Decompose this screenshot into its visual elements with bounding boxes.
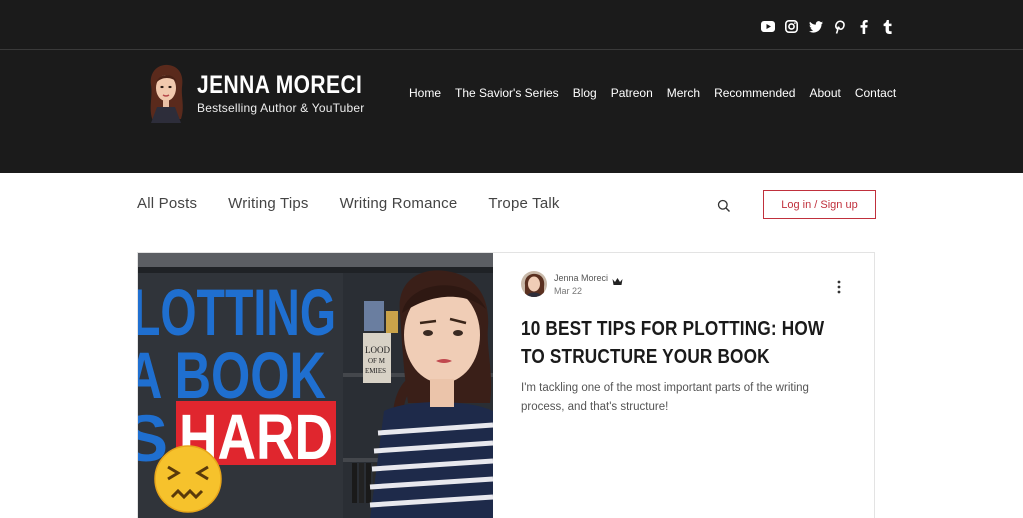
svg-text:EMIES: EMIES xyxy=(365,367,386,375)
post-thumbnail[interactable]: LOOD OF M EMIES LOTTING A BOOK S HARD xyxy=(138,253,493,518)
social-bar xyxy=(760,19,895,34)
search-icon[interactable] xyxy=(717,199,731,213)
category-trope-talk[interactable]: Trope Talk xyxy=(488,195,559,212)
author-meta: Jenna Moreci Mar 22 xyxy=(554,273,623,296)
author-illustration xyxy=(145,63,187,123)
pinterest-icon[interactable] xyxy=(832,19,847,34)
crown-icon xyxy=(612,273,623,285)
post-title[interactable]: 10 BEST TIPS FOR PLOTTING: HOW TO STRUCT… xyxy=(521,315,848,371)
nav-item-recommended[interactable]: Recommended xyxy=(714,86,795,100)
youtube-icon[interactable] xyxy=(760,19,775,34)
thumbnail-book-text: LOOD xyxy=(365,345,390,355)
post-card[interactable]: LOOD OF M EMIES LOTTING A BOOK S HARD Je… xyxy=(137,252,875,518)
nav-item-home[interactable]: Home xyxy=(409,86,441,100)
brand-text: JENNA MORECI Bestselling Author & YouTub… xyxy=(197,71,394,115)
confounded-emoji-icon xyxy=(154,445,222,513)
site-logo[interactable]: JENNA MORECI Bestselling Author & YouTub… xyxy=(145,63,394,123)
more-actions-icon[interactable] xyxy=(835,280,843,294)
login-signup-button[interactable]: Log in / Sign up xyxy=(763,190,876,219)
tumblr-icon[interactable] xyxy=(880,19,895,34)
header-divider xyxy=(0,49,1023,50)
facebook-icon[interactable] xyxy=(856,19,871,34)
brand-tagline: Bestselling Author & YouTuber xyxy=(197,101,365,115)
post-content: Jenna Moreci Mar 22 10 BEST TIPS FOR PLO… xyxy=(521,271,851,417)
nav-item-about[interactable]: About xyxy=(809,86,840,100)
instagram-icon[interactable] xyxy=(784,19,799,34)
twitter-icon[interactable] xyxy=(808,19,823,34)
main-nav: Home The Savior's Series Blog Patreon Me… xyxy=(409,86,910,100)
post-author-row: Jenna Moreci Mar 22 xyxy=(521,271,851,297)
nav-item-patreon[interactable]: Patreon xyxy=(611,86,653,100)
brand-name: JENNA MORECI xyxy=(197,71,363,99)
nav-item-merch[interactable]: Merch xyxy=(667,86,700,100)
svg-text:OF M: OF M xyxy=(368,357,386,365)
category-writing-romance[interactable]: Writing Romance xyxy=(340,195,458,212)
nav-item-contact[interactable]: Contact xyxy=(855,86,896,100)
site-header: JENNA MORECI Bestselling Author & YouTub… xyxy=(0,0,1023,173)
author-avatar[interactable] xyxy=(521,271,547,297)
category-writing-tips[interactable]: Writing Tips xyxy=(228,195,308,212)
nav-item-blog[interactable]: Blog xyxy=(573,86,597,100)
category-all-posts[interactable]: All Posts xyxy=(137,195,197,212)
post-author-name[interactable]: Jenna Moreci xyxy=(554,273,608,283)
post-excerpt: I'm tackling one of the most important p… xyxy=(521,382,809,413)
blog-category-menu: All Posts Writing Tips Writing Romance T… xyxy=(137,195,591,212)
post-date: Mar 22 xyxy=(554,285,583,296)
nav-item-saviors-series[interactable]: The Savior's Series xyxy=(455,86,559,100)
